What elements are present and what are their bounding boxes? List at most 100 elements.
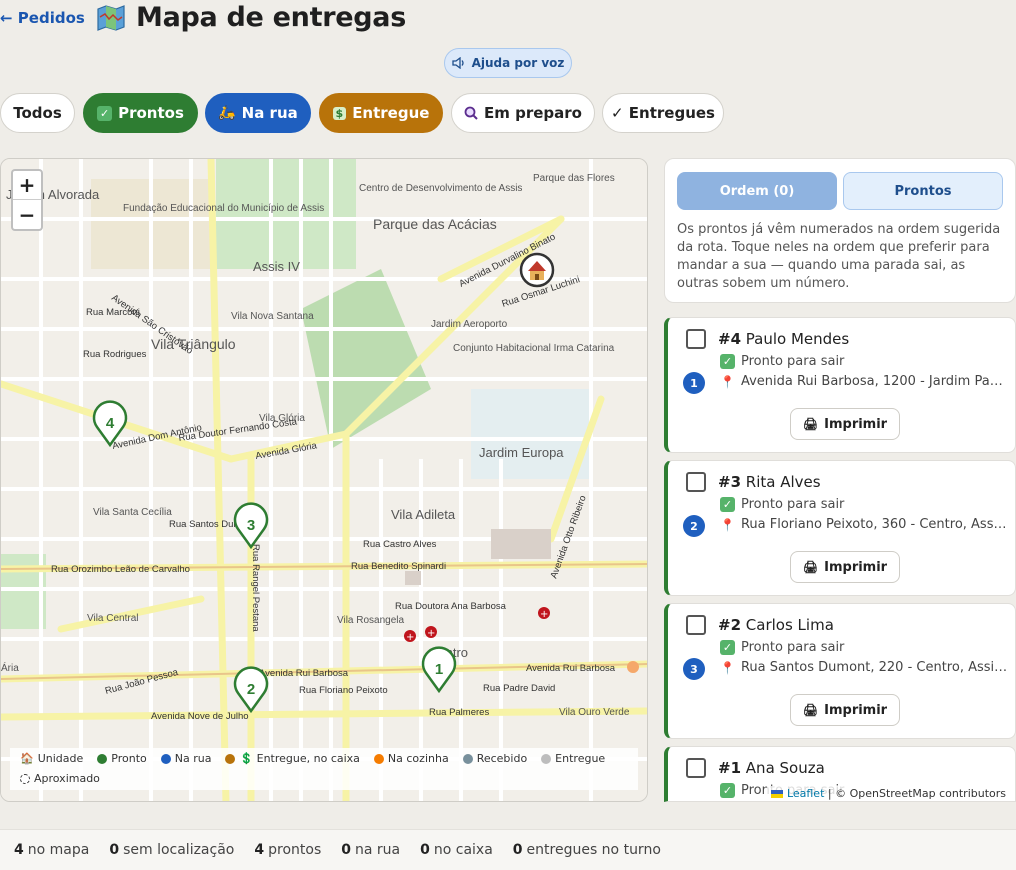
order-select-checkbox[interactable] [686,758,706,778]
place-label: Vila Nova Santana [231,311,314,322]
print-label: Imprimir [824,559,888,575]
customer-name: Carlos Lima [745,616,834,634]
filter-delivered-label: Entregue [352,104,430,122]
legend-dot [462,753,473,764]
pin-icon: 📍 [720,517,735,532]
customer-name: Paulo Mendes [745,330,850,348]
legend-label: Pronto [111,752,147,765]
order-title: #4 Paulo Mendes [718,330,849,348]
filter-delivered[interactable]: ✓ Entregues [602,93,724,133]
order-address-text: Rua Floriano Peixoto, 360 - Centro, Assi… [740,517,1010,532]
tab-order[interactable]: Ordem (0) [677,172,837,210]
customer-name: Ana Souza [745,759,825,777]
printer-icon: 🖨 [802,560,819,574]
stat-value: 0 [420,842,430,858]
order-title: #3 Rita Alves [718,473,821,491]
route-sequence-badge: 2 [683,515,705,537]
customer-name: Rita Alves [745,473,821,491]
voice-help-label: Ajuda por voz [471,56,565,70]
order-address: 📍 Rua Floriano Peixoto, 360 - Centro, Ass… [720,517,1010,532]
order-address-text: Rua Santos Dumont, 220 - Centro, Assis/S… [740,660,1010,675]
order-id: #1 [718,759,742,777]
filter-preparing-label: Em preparo [484,104,582,122]
place-label: Parque das Flores [533,173,615,184]
check-box-icon: ✓ [720,354,735,369]
place-label: Vila Central [87,613,139,624]
legend-dot [160,753,171,764]
legend-delivered: Entregue [541,752,605,765]
print-label: Imprimir [824,416,888,432]
route-order-panel: Ordem (0) Prontos Os prontos já vêm nume… [664,158,1016,303]
svg-text:+: + [427,628,435,639]
order-card[interactable]: #4 Paulo Mendes ✓ Pronto para sair 1 📍 Ave… [664,317,1016,453]
order-card[interactable]: #2 Carlos Lima ✓ Pronto para sair 3 📍 Rua … [664,603,1016,739]
dashed-circle-icon [20,773,30,784]
order-select-checkbox[interactable] [686,329,706,349]
order-id: #3 [718,473,742,491]
order-select-checkbox[interactable] [686,615,706,635]
print-button[interactable]: 🖨 Imprimir [790,551,900,583]
print-button[interactable]: 🖨 Imprimir [790,408,900,440]
place-label: Jardim Europa [479,445,564,460]
stat-label: prontos [268,842,322,858]
legend-label: Na rua [174,752,212,765]
filter-ready-label: Prontos [118,104,184,122]
place-label: Vila Adileta [391,507,456,522]
marker-number: 1 [435,661,443,678]
place-label: Fundação Educacional do Município de Ass… [123,203,324,214]
osm-attribution: | © OpenStreetMap contributors [827,787,1006,800]
filter-delivered-list-label: ✓ Entregues [611,104,715,122]
map-tiles[interactable]: Jardim Alvorada Assis IV Parque das Acác… [1,159,648,802]
order-title: #2 Carlos Lima [718,616,834,634]
store-unit-marker[interactable] [519,252,555,288]
park-area [216,159,356,269]
street-label: Rua Orozimbo Leão de Carvalho [51,564,190,575]
legend-dot [541,753,552,764]
street-label: Rua Palmeres [429,707,489,718]
magnifier-icon [464,106,478,120]
stat-label: sem localização [123,842,235,858]
street-label: Rua Floriano Peixoto [299,685,388,696]
voice-help-button[interactable]: Ajuda por voz [444,48,572,78]
summary-footer: 4 no mapa 0 sem localização 4 prontos 0 na rua 0… [0,829,1016,870]
printer-icon: 🖨 [802,703,819,717]
order-status: ✓ Pronto para sair [720,497,844,512]
zoom-control: + − [11,169,43,231]
legend-label: 💲 Entregue, no caixa [239,752,360,765]
order-select-checkbox[interactable] [686,472,706,492]
stat-label: entregues no turno [526,842,661,858]
stat-label: no mapa [27,842,90,858]
street-label: Avenida Rui Barbosa [526,663,616,674]
order-status: ✓ Pronto para sair [720,354,844,369]
filter-in-preparation[interactable]: Em preparo [451,93,595,133]
filter-ready[interactable]: ✓ Prontos [83,93,198,133]
filter-on-road-label: Na rua [241,104,298,122]
zoom-out-button[interactable]: − [13,200,41,229]
place-label: Parque das Acácias [373,216,497,232]
route-sequence-badge: 4 [683,801,705,802]
page-title: Mapa de entregas [136,2,406,33]
delivery-map[interactable]: Jardim Alvorada Assis IV Parque das Acác… [0,158,648,802]
scooter-icon: 🛵 [218,105,236,121]
check-box-icon: ✓ [720,497,735,512]
street-label: Rua Doutora Ana Barbosa [395,601,507,612]
zoom-in-button[interactable]: + [13,171,41,200]
stat-value: 0 [512,842,523,858]
leaflet-link[interactable]: Leaflet [787,787,824,800]
tab-ready[interactable]: Prontos [843,172,1003,210]
street-label: Avenida Rui Barbosa [259,668,349,679]
marker-number: 4 [106,415,115,432]
legend-dot [373,753,384,764]
place-label: Vila Ouro Verde [559,707,630,718]
summary-stat: 4 prontos [254,842,321,858]
marker-number: 3 [247,517,255,534]
print-button[interactable]: 🖨 Imprimir [790,694,900,726]
back-to-orders-link[interactable]: ← Pedidos [0,9,85,27]
stat-value: 0 [109,842,120,858]
summary-stat: 0 entregues no turno [513,842,661,858]
filter-delivered-cash[interactable]: $ Entregue [319,93,443,133]
street-label: Rua Castro Alves [363,539,437,550]
order-card[interactable]: #3 Rita Alves ✓ Pronto para sair 2 📍 Rua F… [664,460,1016,596]
filter-all[interactable]: Todos [0,93,75,133]
filter-on-the-road[interactable]: 🛵 Na rua [205,93,311,133]
